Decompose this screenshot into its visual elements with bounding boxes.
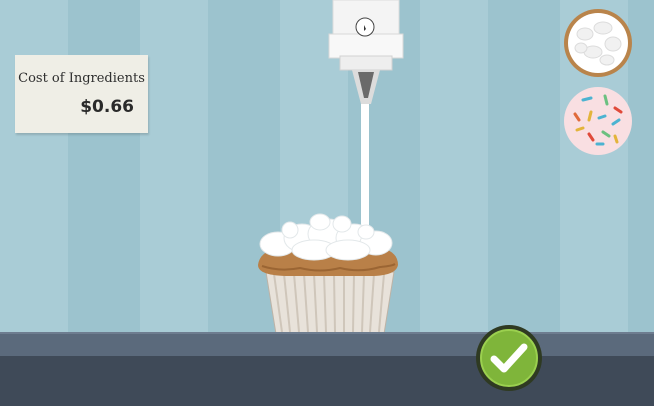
counter-front [0,356,654,406]
cost-label: Cost of Ingredients [18,71,145,86]
coconut-topping-button[interactable] [563,8,633,78]
coconut-topping-icon [564,9,632,77]
cupcake [258,213,398,335]
frosting-dispenser-icon[interactable] [326,0,406,110]
counter-top [0,332,654,358]
checkmark-icon [477,326,541,390]
cost-card: Cost of Ingredients $0.66 [15,55,148,133]
sprinkles-topping-icon [564,87,632,155]
cost-value: $0.66 [80,97,134,117]
bakery-scene: Cost of Ingredients $0.66 [0,0,654,406]
sprinkles-topping-button[interactable] [563,86,633,156]
confirm-button[interactable] [476,325,542,391]
